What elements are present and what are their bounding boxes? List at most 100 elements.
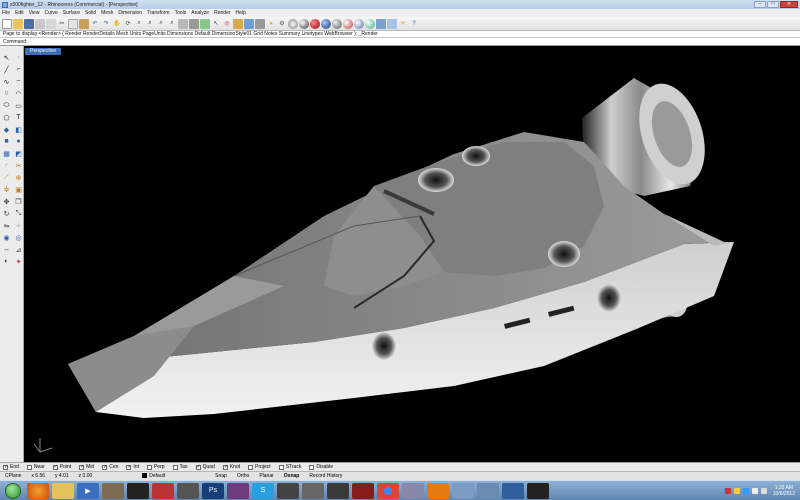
- open-folder-icon[interactable]: [13, 18, 23, 29]
- osnap-checkbox[interactable]: [126, 464, 132, 470]
- view-layout-icon[interactable]: [178, 18, 188, 29]
- osnap-mid[interactable]: Mid: [79, 464, 94, 470]
- zoom-extents-icon[interactable]: ⌕: [156, 19, 166, 29]
- menu-file[interactable]: File: [2, 10, 10, 16]
- osnap-checkbox[interactable]: [102, 464, 107, 470]
- copy-object-icon[interactable]: ❐: [13, 196, 24, 207]
- material-icon[interactable]: [365, 18, 375, 29]
- environment-icon[interactable]: [376, 18, 386, 29]
- osnap-tan[interactable]: Tan: [172, 464, 188, 470]
- move-icon[interactable]: ✥: [1, 196, 12, 207]
- line-icon[interactable]: ╱: [1, 64, 12, 75]
- lock-icon[interactable]: [233, 18, 243, 29]
- help-icon[interactable]: ?: [409, 19, 419, 29]
- osnap-checkbox[interactable]: [248, 464, 254, 470]
- rotate-icon[interactable]: ↻: [1, 208, 12, 219]
- minimize-button[interactable]: –: [754, 1, 766, 8]
- shaded-sphere-icon[interactable]: [299, 18, 309, 29]
- flash-icon[interactable]: [352, 482, 374, 499]
- properties-icon[interactable]: [255, 18, 265, 29]
- print-icon[interactable]: [35, 18, 45, 29]
- save-icon[interactable]: [24, 18, 34, 29]
- media-app-icon[interactable]: [127, 482, 149, 499]
- point-icon[interactable]: ·: [13, 52, 24, 63]
- trim-icon[interactable]: ✂: [13, 160, 24, 171]
- tray-icon[interactable]: [742, 488, 749, 494]
- close-button[interactable]: ✕: [780, 1, 798, 8]
- sphere-solid-icon[interactable]: ●: [13, 136, 24, 147]
- zoom-icon[interactable]: ⌕: [134, 19, 144, 29]
- text-icon[interactable]: T: [13, 112, 24, 123]
- start-button[interactable]: [5, 482, 21, 499]
- xray-sphere-icon[interactable]: [332, 18, 342, 29]
- system-clock[interactable]: 1:33 AM 10/6/2012: [770, 485, 798, 497]
- layer-icon[interactable]: [244, 18, 254, 29]
- cut-icon[interactable]: ✂: [57, 19, 67, 29]
- vlc-icon[interactable]: [427, 482, 449, 499]
- app-window-icon[interactable]: [452, 482, 474, 499]
- wireframe-sphere-icon[interactable]: [288, 18, 298, 29]
- menu-edit[interactable]: Edit: [15, 10, 24, 16]
- menu-tools[interactable]: Tools: [175, 10, 187, 16]
- osnap-near[interactable]: Near: [26, 464, 45, 470]
- menu-render[interactable]: Render: [214, 10, 230, 16]
- osnap-checkbox[interactable]: [172, 464, 178, 470]
- osnap-point[interactable]: Point: [52, 464, 71, 470]
- select-icon[interactable]: ↖: [211, 19, 221, 29]
- extrude-surface-icon[interactable]: ◧: [13, 124, 24, 135]
- tray-icon[interactable]: [724, 488, 731, 494]
- plane-surface-icon[interactable]: ◆: [1, 124, 12, 135]
- import-icon[interactable]: [46, 18, 56, 29]
- box-solid-icon[interactable]: ■: [1, 136, 12, 147]
- menu-surface[interactable]: Surface: [63, 10, 80, 16]
- osnap-cen[interactable]: Cen: [102, 464, 118, 470]
- arc-icon[interactable]: ◠: [13, 88, 24, 99]
- paste-icon[interactable]: [79, 18, 89, 29]
- firefox-icon[interactable]: [27, 482, 49, 499]
- osnap-end[interactable]: End: [3, 464, 19, 470]
- zoom-window-icon[interactable]: ⌕: [145, 19, 155, 29]
- loft-icon[interactable]: ◩: [13, 148, 24, 159]
- explorer-folder-icon[interactable]: [52, 482, 74, 499]
- ghosted-sphere-icon[interactable]: [321, 18, 331, 29]
- copy-icon[interactable]: [68, 18, 78, 29]
- maximize-button[interactable]: □: [767, 1, 779, 8]
- menu-transform[interactable]: Transform: [147, 10, 170, 16]
- osnap-checkbox[interactable]: [79, 464, 84, 470]
- chrome-icon[interactable]: [377, 482, 399, 499]
- zoom-selected-icon[interactable]: ⌕: [167, 19, 177, 29]
- osnap-toggle[interactable]: Osnap: [279, 473, 305, 479]
- polygon-icon[interactable]: ⬠: [1, 112, 12, 123]
- osnap-quad[interactable]: Quad: [195, 464, 215, 470]
- current-layer[interactable]: Default: [137, 473, 170, 479]
- render-tool-icon[interactable]: ✦: [13, 256, 24, 267]
- rectangle-icon[interactable]: ▭: [13, 100, 24, 111]
- light-bulb-icon[interactable]: ●: [266, 19, 276, 29]
- osnap-strack[interactable]: STrack: [278, 464, 301, 470]
- photoshop-icon[interactable]: Ps: [202, 482, 224, 499]
- dimension-icon[interactable]: ↔: [1, 244, 12, 255]
- menu-mesh[interactable]: Mesh: [101, 10, 113, 16]
- mesh-icon[interactable]: ▦: [1, 148, 12, 159]
- new-file-icon[interactable]: [2, 18, 12, 29]
- analyze-icon[interactable]: ⊿: [13, 244, 24, 255]
- viewports-icon[interactable]: [189, 18, 199, 29]
- menu-solid[interactable]: Solid: [85, 10, 96, 16]
- menu-help[interactable]: Help: [236, 10, 246, 16]
- cplane-label[interactable]: CPlane: [0, 473, 26, 479]
- unity-icon[interactable]: [177, 482, 199, 499]
- indesign-icon[interactable]: [227, 482, 249, 499]
- archive-icon[interactable]: [102, 482, 124, 499]
- app-window-icon-2[interactable]: [477, 482, 499, 499]
- ground-plane-icon[interactable]: [387, 18, 397, 29]
- sketch-app-icon[interactable]: [277, 482, 299, 499]
- tray-icon[interactable]: [733, 488, 740, 494]
- slack-like-icon[interactable]: [152, 482, 174, 499]
- skype-icon[interactable]: S: [252, 482, 274, 499]
- perspective-viewport[interactable]: Perspective: [24, 46, 800, 462]
- render-preview-icon[interactable]: [354, 18, 364, 29]
- dark-app-icon[interactable]: [527, 482, 549, 499]
- fillet-icon[interactable]: ◜: [1, 160, 12, 171]
- array-icon[interactable]: ⁘: [13, 220, 24, 231]
- render-icon[interactable]: [343, 18, 353, 29]
